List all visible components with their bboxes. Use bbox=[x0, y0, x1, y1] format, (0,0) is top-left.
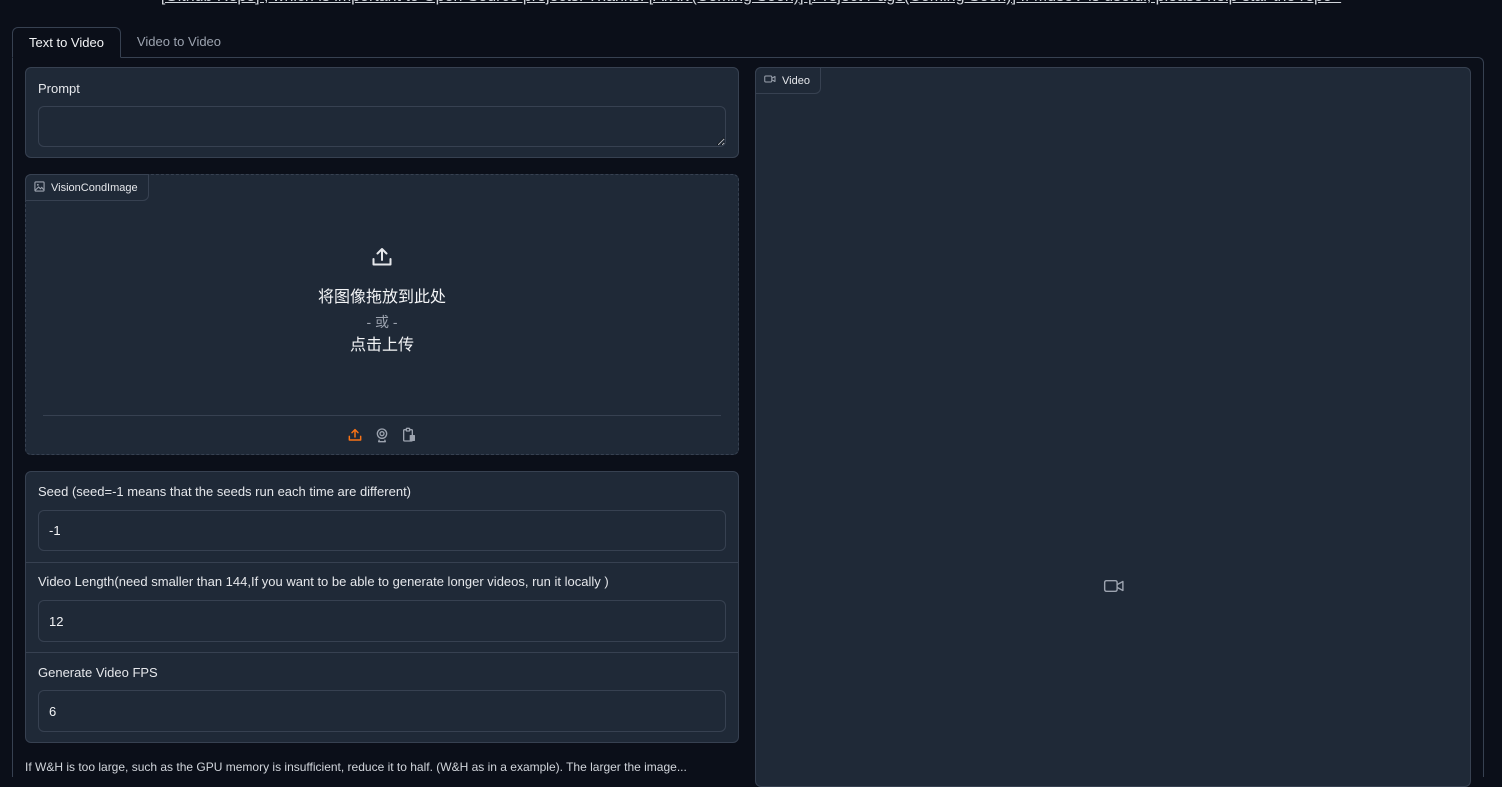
clipboard-icon[interactable] bbox=[400, 425, 419, 444]
video-label: Video bbox=[782, 74, 810, 87]
vision-cond-image-label: VisionCondImage bbox=[51, 181, 138, 194]
video-placeholder-icon bbox=[1103, 578, 1125, 599]
video-length-input[interactable] bbox=[38, 600, 726, 642]
video-camera-icon bbox=[764, 74, 776, 87]
vision-cond-image-chip: VisionCondImage bbox=[25, 174, 149, 201]
click-to-upload: 点击上传 bbox=[349, 337, 414, 354]
prompt-label: Prompt bbox=[38, 81, 80, 96]
video-chip: Video bbox=[755, 67, 821, 94]
fps-input[interactable] bbox=[38, 690, 726, 732]
row-separator bbox=[26, 562, 738, 563]
fps-label: Generate Video FPS bbox=[38, 665, 158, 680]
row-separator bbox=[26, 652, 738, 653]
settings-panel: Seed (seed=-1 means that the seeds run e… bbox=[25, 471, 739, 743]
image-icon bbox=[34, 180, 45, 195]
drop-instruction: 将图像拖放到此处 bbox=[317, 289, 446, 306]
source-divider bbox=[43, 415, 721, 416]
prompt-panel: Prompt bbox=[25, 67, 739, 158]
tab-video-to-video[interactable]: Video to Video bbox=[121, 27, 237, 58]
video-output-panel: Video bbox=[755, 67, 1471, 787]
vision-cond-image-panel: VisionCondImage 将图像拖放到此处 - 或 - 点击上传 bbox=[25, 174, 739, 455]
tab-bar: Text to Video Video to Video bbox=[12, 27, 237, 58]
prompt-input[interactable] bbox=[38, 106, 726, 147]
source-selector bbox=[26, 425, 738, 444]
seed-label: Seed (seed=-1 means that the seeds run e… bbox=[38, 484, 412, 499]
upload-source-icon[interactable] bbox=[346, 425, 365, 444]
tab-text-to-video[interactable]: Text to Video bbox=[12, 27, 121, 58]
webcam-icon[interactable] bbox=[373, 425, 392, 444]
seed-input[interactable] bbox=[38, 510, 726, 551]
or-separator: - 或 - bbox=[366, 314, 398, 330]
header-links-banner[interactable]: [Github Repo] , which is important to Op… bbox=[0, 0, 1502, 8]
video-length-label: Video Length(need smaller than 144,If yo… bbox=[38, 574, 609, 589]
bottom-note: If W&H is too large, such as the GPU mem… bbox=[25, 760, 687, 774]
image-drop-zone[interactable]: 将图像拖放到此处 - 或 - 点击上传 bbox=[26, 245, 738, 358]
upload-icon bbox=[370, 248, 394, 273]
